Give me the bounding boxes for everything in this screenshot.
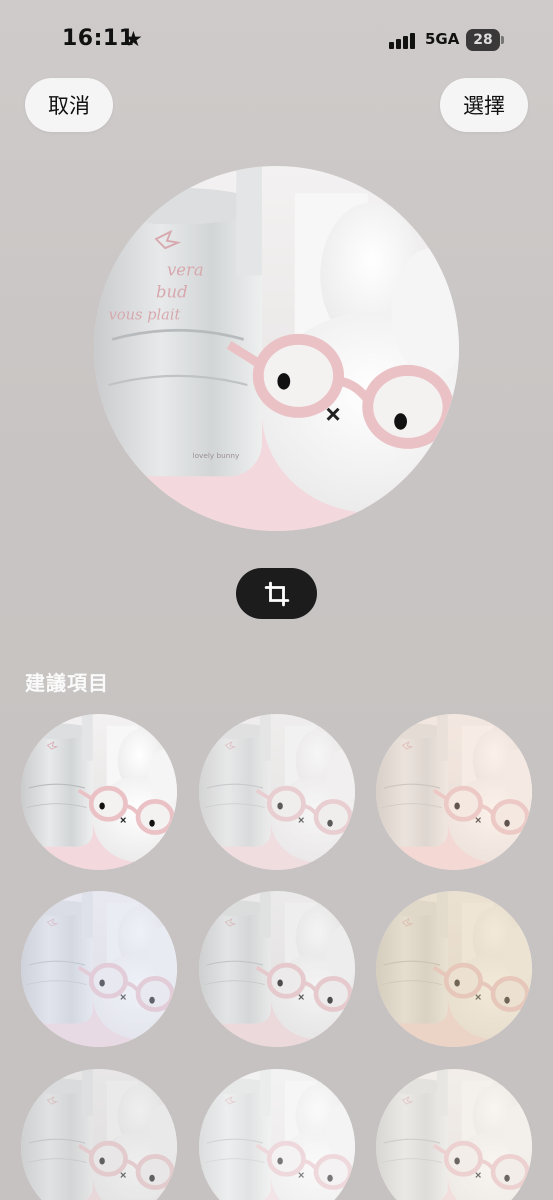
battery-tip	[501, 36, 504, 44]
filter-bright	[199, 1069, 355, 1200]
star-icon: ★	[124, 27, 143, 51]
suggestion-thumbnail-7[interactable]	[21, 1069, 177, 1200]
suggestion-thumbnail-8[interactable]	[199, 1069, 355, 1200]
svg-text:lovely bunny: lovely bunny	[193, 451, 240, 460]
suggestion-thumbnail-2[interactable]	[199, 714, 355, 870]
filter-cream	[376, 1069, 532, 1200]
suggestion-thumbnail-5[interactable]	[199, 891, 355, 1047]
bottle-text-2: bud	[156, 282, 188, 301]
status-bar: 16:11 ★ 5GA 28	[0, 0, 553, 80]
choose-button[interactable]: 選擇	[440, 78, 528, 132]
plush-photo-image: vera bud vous plait lovely bunny	[94, 166, 459, 531]
suggestion-thumbnail-6[interactable]	[376, 891, 532, 1047]
signal-icon	[389, 31, 421, 49]
suggestion-thumbnail-1[interactable]	[21, 714, 177, 870]
crop-icon	[264, 581, 289, 606]
filter-sepia	[376, 891, 532, 1047]
filter-cool	[21, 891, 177, 1047]
filter-silver	[199, 891, 355, 1047]
filter-original	[21, 714, 177, 870]
filter-muted	[199, 714, 355, 870]
suggestion-thumbnail-4[interactable]	[21, 891, 177, 1047]
suggestion-thumbnail-3[interactable]	[376, 714, 532, 870]
suggestions-title: 建議項目	[25, 671, 109, 695]
filter-mono	[21, 1069, 177, 1200]
network-type: 5GA	[425, 30, 460, 48]
cancel-button[interactable]: 取消	[25, 78, 113, 132]
bottle-text-1: vera	[167, 261, 204, 280]
battery-level: 28	[473, 32, 493, 48]
photo-picker-screen: 16:11 ★ 5GA 28 取消 選擇 vera bud vous plait…	[0, 0, 553, 1200]
bottle-text-3: vous plait	[109, 306, 181, 323]
filter-warm	[376, 714, 532, 870]
crop-button[interactable]	[236, 568, 317, 619]
main-photo-preview[interactable]: vera bud vous plait lovely bunny	[94, 166, 459, 531]
battery-icon: 28	[466, 29, 500, 51]
suggestion-thumbnail-9[interactable]	[376, 1069, 532, 1200]
